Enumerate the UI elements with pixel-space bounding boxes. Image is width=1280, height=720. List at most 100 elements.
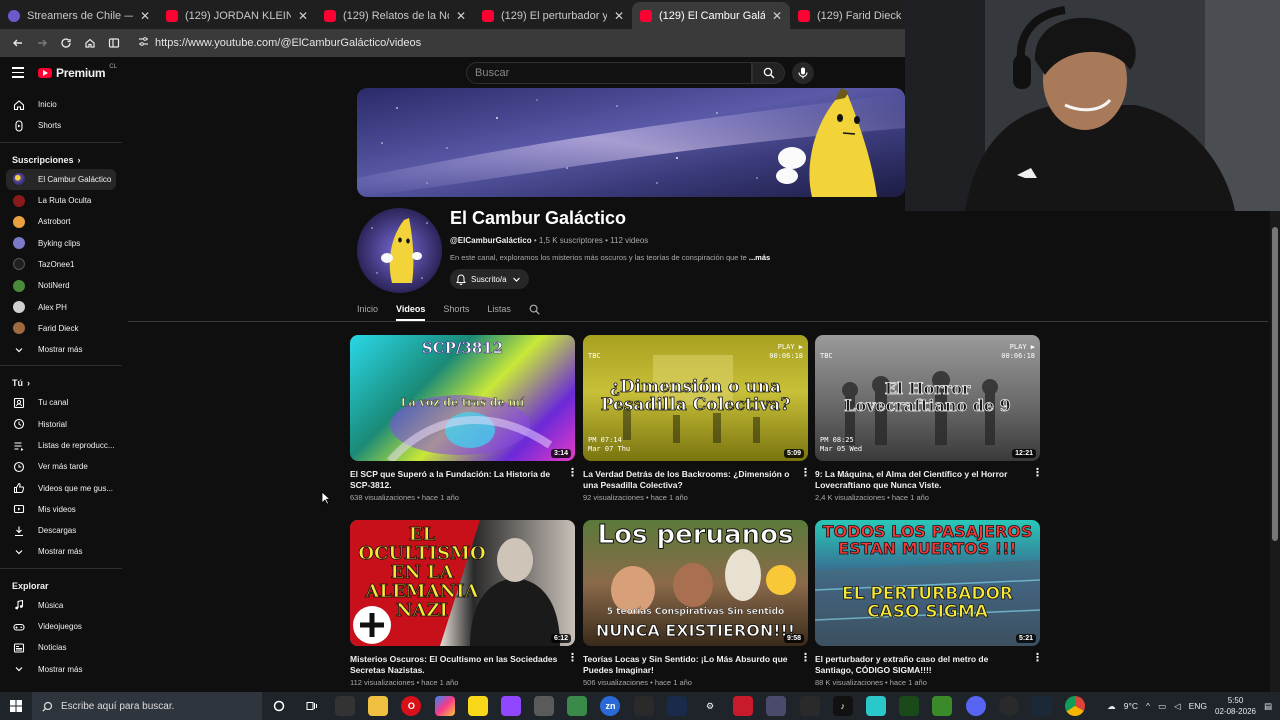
browser-tab-active[interactable]: (129) El Cambur Galáctico - You ✕	[632, 2, 790, 29]
app-icon-gray[interactable]	[534, 696, 555, 716]
video-card[interactable]: TODOS LOS PASAJEROS ESTAN MUERTOS !!! EL…	[815, 520, 1043, 687]
sidebar-item-notinerd[interactable]: NotiNerd	[0, 275, 122, 296]
app-icon-cube[interactable]	[766, 696, 787, 716]
address-bar[interactable]: https://www.youtube.com/@ElCamburGalácti…	[134, 32, 894, 54]
home-icon[interactable]	[80, 33, 100, 53]
forward-arrow-icon[interactable]	[32, 33, 52, 53]
app-icon-media[interactable]	[334, 696, 355, 716]
video-card[interactable]: Los peruanos 5 teorías Conspirativas Sin…	[583, 520, 811, 687]
show-more-button[interactable]: Mostrar más	[0, 659, 122, 680]
browser-tab[interactable]: (129) JORDAN KLEIN EN LOUD ✕	[158, 2, 316, 29]
start-button[interactable]	[0, 692, 32, 720]
volume-icon[interactable]: ◁	[1174, 701, 1181, 712]
steam-icon[interactable]	[1031, 696, 1052, 716]
sidebar-item-descargas[interactable]: Descargas	[0, 520, 122, 541]
close-icon[interactable]: ✕	[614, 9, 624, 23]
browser-tab[interactable]: (129) Relatos de la Noche - You ✕	[316, 2, 474, 29]
video-card[interactable]: SCP/3812 La voz de tras de mí 3:14 El SC…	[350, 335, 578, 502]
app-icon-dark[interactable]	[666, 696, 687, 716]
sidebar-item-la-ruta-oculta[interactable]: La Ruta Oculta	[0, 190, 122, 211]
more-options-icon[interactable]: ⋮	[567, 652, 578, 664]
browser-tab[interactable]: (129) El perturbador y extraño c ✕	[474, 2, 632, 29]
you-header[interactable]: Tú ›	[0, 371, 122, 392]
app-icon-colorful[interactable]	[434, 696, 455, 716]
language-indicator[interactable]: ENG	[1189, 701, 1207, 711]
tab-listas[interactable]: Listas	[487, 298, 511, 321]
app-icon-tool[interactable]	[799, 696, 820, 716]
more-options-icon[interactable]: ⋮	[800, 467, 811, 479]
close-icon[interactable]: ✕	[456, 9, 466, 23]
sidebar-toggle-icon[interactable]	[104, 33, 124, 53]
sidebar-item-alex-ph[interactable]: Alex PH	[0, 296, 122, 317]
minecraft-icon[interactable]	[932, 696, 953, 716]
file-explorer-icon[interactable]	[368, 696, 389, 716]
opera-icon[interactable]: O	[401, 696, 422, 716]
browser-tab[interactable]: Streamers de Chile — directorio ✕	[0, 2, 158, 29]
sidebar-item-videojuegos[interactable]: Videojuegos	[0, 616, 122, 637]
video-title[interactable]: El perturbador y extraño caso del metro …	[815, 654, 1027, 676]
sidebar-item-mis-videos[interactable]: Mis videos	[0, 499, 122, 520]
search-button[interactable]	[752, 62, 785, 84]
channel-avatar-large[interactable]	[357, 208, 442, 293]
video-title[interactable]: Misterios Oscuros: El Ocultismo en las S…	[350, 654, 562, 676]
more-options-icon[interactable]: ⋮	[1032, 467, 1043, 479]
sidebar-item-tazonee1[interactable]: TazOnee1	[0, 254, 122, 275]
tiktok-icon[interactable]: ♪	[832, 696, 853, 716]
sidebar-item-el-cambur-galactico[interactable]: El Cambur Galáctico	[6, 168, 116, 190]
channel-description[interactable]: En este canal, exploramos los misterios …	[450, 253, 780, 262]
site-info-icon[interactable]	[138, 36, 149, 50]
epic-games-icon[interactable]	[633, 696, 654, 716]
video-title[interactable]: 9: La Máquina, el Alma del Científico y …	[815, 469, 1027, 491]
discord-icon[interactable]	[965, 696, 986, 716]
video-thumbnail[interactable]: TBC PLAY ▶ 00:06:18 El Horror Lovecrafti…	[815, 335, 1040, 461]
app-icon-cyan[interactable]	[865, 696, 886, 716]
close-icon[interactable]: ✕	[140, 9, 150, 23]
channel-search-icon[interactable]	[529, 298, 540, 321]
sticky-notes-icon[interactable]	[467, 696, 488, 716]
sidebar-item-astrobort[interactable]: Astrobort	[0, 211, 122, 232]
weather-icon[interactable]: ☁	[1107, 701, 1116, 712]
chrome-icon[interactable]	[1065, 696, 1086, 716]
settings-icon[interactable]: ⚙	[700, 696, 720, 716]
twitch-icon[interactable]	[500, 696, 521, 716]
sidebar-item-byking-clips[interactable]: Byking clips	[0, 232, 122, 253]
menu-icon[interactable]	[12, 67, 24, 78]
search-input[interactable]: Buscar	[466, 62, 752, 84]
weather-temp[interactable]: 9°C	[1124, 701, 1138, 711]
tab-shorts[interactable]: Shorts	[443, 298, 469, 321]
sidebar-item-tu-canal[interactable]: Tu canal	[0, 392, 122, 413]
voice-search-button[interactable]	[792, 62, 814, 84]
back-arrow-icon[interactable]	[8, 33, 28, 53]
video-title[interactable]: La Verdad Detrás de los Backrooms: ¿Dime…	[583, 469, 795, 491]
youtube-premium-logo[interactable]: Premium CL	[38, 64, 117, 80]
tray-expand-icon[interactable]: ^	[1146, 701, 1150, 711]
video-thumbnail[interactable]: TODOS LOS PASAJEROS ESTAN MUERTOS !!! EL…	[815, 520, 1040, 646]
reload-icon[interactable]	[56, 33, 76, 53]
sidebar-item-inicio[interactable]: Inicio	[0, 94, 122, 115]
sidebar-item-ver-mas-tarde[interactable]: Ver más tarde	[0, 456, 122, 477]
more-link[interactable]: ...más	[749, 253, 770, 262]
app-icon-blue[interactable]: zn	[600, 696, 621, 716]
sidebar-item-musica[interactable]: Música	[0, 595, 122, 616]
more-options-icon[interactable]: ⋮	[567, 467, 578, 479]
video-card[interactable]: TBC PLAY ▶ 00:06:18 ¿Dimensión o una Pes…	[583, 335, 811, 502]
taskbar-search[interactable]: Escribe aquí para buscar.	[32, 692, 262, 720]
more-options-icon[interactable]: ⋮	[1032, 652, 1043, 664]
close-icon[interactable]: ✕	[298, 9, 308, 23]
more-options-icon[interactable]: ⋮	[800, 652, 811, 664]
video-thumbnail[interactable]: SCP/3812 La voz de tras de mí 3:14	[350, 335, 575, 461]
sidebar-item-noticias[interactable]: Noticias	[0, 637, 122, 658]
subscribed-button[interactable]: Suscrito/a	[450, 269, 529, 289]
show-more-button[interactable]: Mostrar más	[0, 339, 122, 360]
subscriptions-header[interactable]: Suscripciones ›	[0, 148, 122, 169]
network-icon[interactable]: ▭	[1158, 701, 1166, 712]
sidebar-item-videos-que-me-gustan[interactable]: Videos que me gus...	[0, 477, 122, 498]
sidebar-item-historial[interactable]: Historial	[0, 414, 122, 435]
video-thumbnail[interactable]: EL OCULTISMO EN LA ALEMANIA NAZI 6:12	[350, 520, 575, 646]
video-card[interactable]: EL OCULTISMO EN LA ALEMANIA NAZI 6:12 Mi…	[350, 520, 578, 687]
video-thumbnail[interactable]: TBC PLAY ▶ 00:06:18 ¿Dimensión o una Pes…	[583, 335, 808, 461]
sidebar-item-listas[interactable]: Listas de reproducc...	[0, 435, 122, 456]
cortana-icon[interactable]	[269, 696, 289, 716]
task-view-icon[interactable]	[302, 696, 322, 716]
video-thumbnail[interactable]: Los peruanos 5 teorías Conspirativas Sin…	[583, 520, 808, 646]
